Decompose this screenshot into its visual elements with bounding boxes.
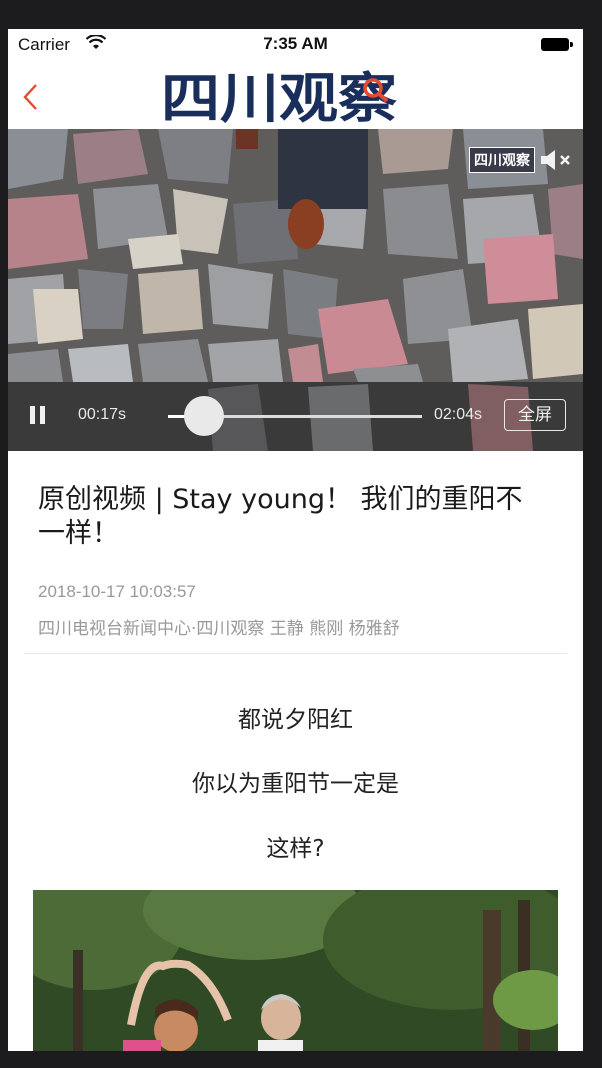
clock: 7:35 AM xyxy=(263,34,328,53)
paragraph: 你以为重阳节一定是 xyxy=(192,771,399,797)
mute-icon[interactable] xyxy=(539,147,575,177)
paragraph: 都说夕阳红 xyxy=(238,707,353,733)
elapsed-time: 00:17s xyxy=(78,406,127,423)
total-time: 02:04s xyxy=(434,406,483,423)
divider xyxy=(24,653,567,654)
publish-date: 2018-10-17 10:03:57 xyxy=(38,582,196,601)
logo: 四川观察 xyxy=(161,68,397,126)
pause-icon[interactable] xyxy=(30,406,48,426)
paragraph: 这样? xyxy=(266,836,325,862)
battery-icon xyxy=(541,38,573,51)
status-bar: Carrier 7:35 AM xyxy=(8,29,583,61)
back-chevron-icon[interactable] xyxy=(20,83,42,111)
app-screen: Carrier 7:35 AM 四川观察 四川观察 00:17s 02:04s … xyxy=(8,29,583,1051)
progress-track[interactable] xyxy=(168,396,422,436)
video-controls: 00:17s 02:04s 全屏 xyxy=(8,382,583,451)
article-title: 原创视频 | Stay young！ 我们的重阳不一样！ xyxy=(38,484,523,549)
article-image xyxy=(33,890,558,1051)
video-watermark: 四川观察 xyxy=(469,147,535,173)
video-player[interactable]: 四川观察 00:17s 02:04s 全屏 xyxy=(8,129,583,451)
logo-text: 四川观察 xyxy=(161,68,397,126)
nav-bar: 四川观察 xyxy=(8,61,583,129)
fullscreen-button[interactable]: 全屏 xyxy=(504,399,566,431)
seek-handle[interactable] xyxy=(183,396,224,436)
byline: 四川电视台新闻中心·四川观察 王静 熊刚 杨雅舒 xyxy=(38,619,400,639)
